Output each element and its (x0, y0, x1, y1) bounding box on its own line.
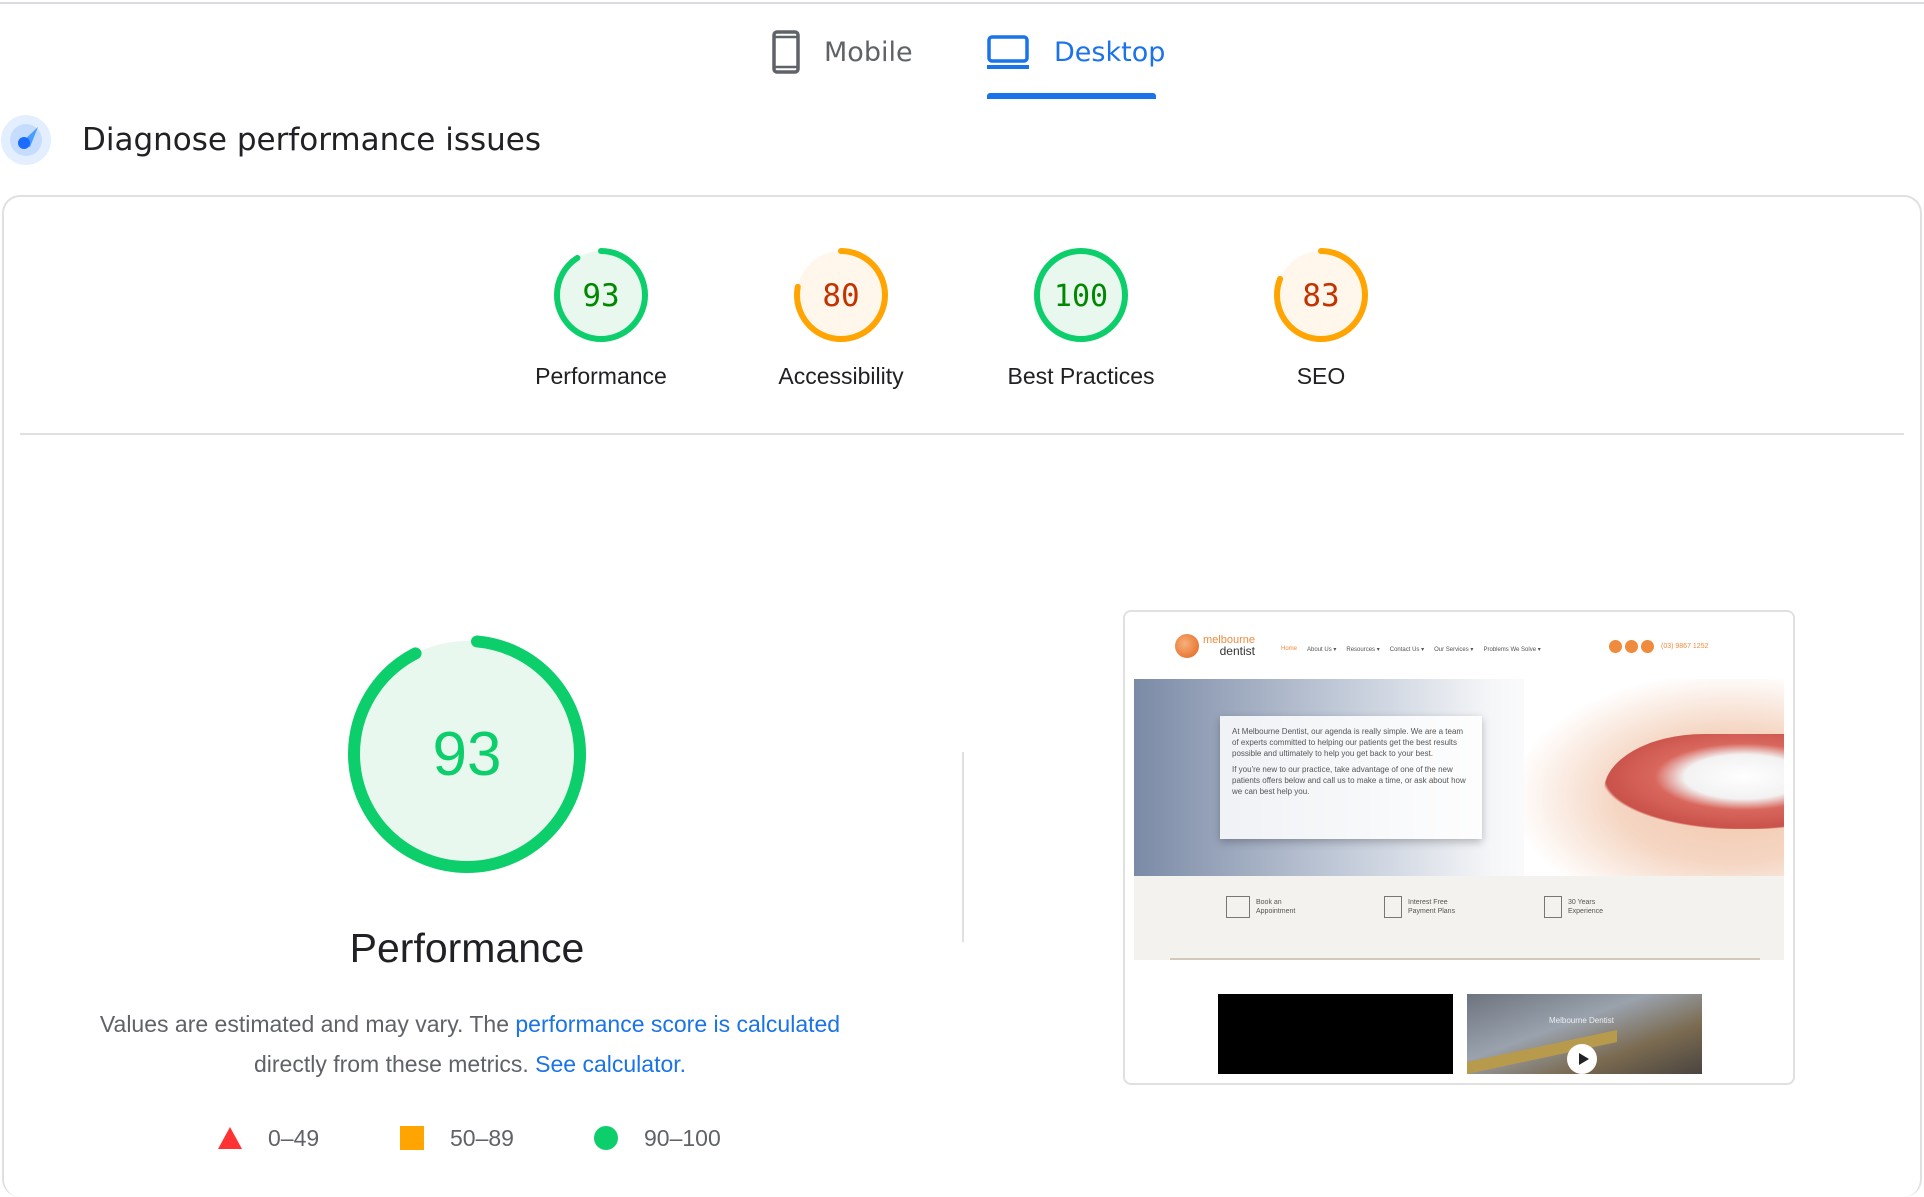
payment-plan-icon (1384, 896, 1402, 918)
section-header: Diagnose performance issues (0, 113, 541, 167)
page-screenshot[interactable]: melbourne dentist Home About Us ▾ Resour… (1123, 610, 1795, 1085)
tab-mobile-label: Mobile (824, 36, 913, 68)
site-menu-item: Problems We Solve ▾ (1483, 647, 1541, 653)
gauge-score: 93 (582, 278, 619, 314)
facebook-icon (1609, 640, 1622, 653)
performance-score-link[interactable]: performance score is calculated (515, 1011, 840, 1037)
score-gauge-accessibility[interactable]: 80 Accessibility (741, 245, 941, 390)
gauge-svg: 83 (1274, 248, 1368, 342)
section-title: Diagnose performance issues (82, 122, 542, 158)
gauge-label: Accessibility (778, 363, 904, 389)
gauge-svg: 100 (1034, 248, 1128, 342)
play-icon (1567, 1044, 1597, 1074)
hero-paragraph-1: At Melbourne Dentist, our agenda is real… (1232, 727, 1464, 758)
legend-average: 50–89 (400, 1120, 514, 1156)
horizontal-divider (20, 433, 1904, 435)
device-tabs: Mobile Desktop (0, 0, 1924, 100)
performance-gauge-svg: 93 (348, 635, 586, 873)
logo-line2: dentist (1219, 644, 1255, 658)
feature-item: Interest Free Payment Plans (1384, 896, 1455, 918)
features-divider (1170, 958, 1760, 960)
site-menu-item: Our Services ▾ (1434, 647, 1474, 653)
certificate-icon (1544, 896, 1562, 918)
site-menu-item: Home (1281, 646, 1298, 652)
legend-poor-range: 0–49 (268, 1124, 320, 1151)
site-menu-item: About Us ▾ (1307, 647, 1337, 653)
gauge-svg: 93 (554, 248, 648, 342)
legend-average-range: 50–89 (450, 1124, 514, 1151)
instagram-icon (1625, 640, 1638, 653)
gauge-score: 93 (433, 720, 502, 789)
feature-line2: Payment Plans (1408, 908, 1456, 915)
hero-paragraph-2: If you're new to our practice, take adva… (1232, 765, 1466, 796)
site-phone: (03) 9867 1252 (1661, 643, 1709, 650)
site-menu-item: Contact Us ▾ (1389, 647, 1425, 653)
feature-line1: Interest Free (1408, 899, 1448, 906)
site-menu-item: Resources ▾ (1346, 647, 1380, 653)
site-menu: Home About Us ▾ Resources ▾ Contact Us ▾… (1281, 646, 1551, 653)
gauge-label: SEO (1296, 363, 1346, 389)
gauge-score: 83 (1302, 278, 1339, 314)
video-title: Melbourne Dentist (1549, 1016, 1614, 1025)
tab-desktop[interactable]: Desktop (986, 30, 1165, 74)
laptop-icon (987, 35, 1029, 69)
gauge-label: Best Practices (1007, 363, 1155, 389)
tab-desktop-label: Desktop (1054, 36, 1166, 68)
legend-good-range: 90–100 (644, 1124, 721, 1151)
circle-icon (594, 1126, 618, 1150)
feature-line1: Book an (1256, 899, 1282, 906)
desc-text-1: Values are estimated and may vary. The (99, 1011, 516, 1037)
gauge-label: Performance (535, 363, 667, 389)
active-tab-indicator (987, 93, 1156, 99)
feature-line2: Experience (1568, 908, 1604, 915)
score-gauge-best-practices[interactable]: 100 Best Practices (981, 245, 1181, 390)
gauge-svg: 80 (794, 248, 888, 342)
lighthouse-gauge-icon (1, 115, 51, 165)
video-embed-right: Melbourne Dentist (1467, 994, 1702, 1074)
score-gauge-seo[interactable]: 83 SEO (1221, 245, 1421, 390)
performance-title: Performance (349, 925, 585, 971)
video-embed-left (1218, 994, 1453, 1074)
feature-item: Book an Appointment (1226, 896, 1295, 918)
vertical-divider (962, 752, 964, 942)
score-gauge-performance[interactable]: 93 Performance (501, 245, 701, 390)
logo-icon (1175, 634, 1199, 658)
desc-text-2: directly from these metrics. (253, 1051, 529, 1077)
calendar-icon (1226, 896, 1250, 918)
square-icon (400, 1126, 424, 1150)
social-icons: (03) 9867 1252 (1609, 640, 1708, 653)
smartphone-icon (772, 30, 800, 74)
linkedin-icon (1641, 640, 1654, 653)
site-logo: melbourne dentist (1175, 634, 1255, 658)
feature-line1: 30 Years (1568, 899, 1596, 906)
site-header: melbourne dentist Home About Us ▾ Resour… (1125, 612, 1793, 678)
site-hero: At Melbourne Dentist, our agenda is real… (1134, 679, 1784, 876)
legend-good: 90–100 (594, 1120, 721, 1156)
see-calculator-link[interactable]: See calculator. (535, 1051, 686, 1077)
feature-line2: Appointment (1256, 908, 1296, 915)
site-features: Book an Appointment Interest Free Payment … (1134, 876, 1784, 960)
legend-poor: 0–49 (218, 1120, 319, 1156)
feature-item: 30 Years Experience (1544, 896, 1603, 918)
performance-description: Values are estimated and may vary. The p… (60, 1004, 880, 1084)
performance-gauge-large: 93 (347, 634, 587, 879)
gauge-score: 80 (822, 278, 859, 314)
triangle-icon (218, 1127, 242, 1149)
tab-mobile[interactable]: Mobile (772, 30, 913, 74)
gauge-score: 100 (1054, 279, 1108, 314)
hero-text-box: At Melbourne Dentist, our agenda is real… (1220, 716, 1482, 839)
